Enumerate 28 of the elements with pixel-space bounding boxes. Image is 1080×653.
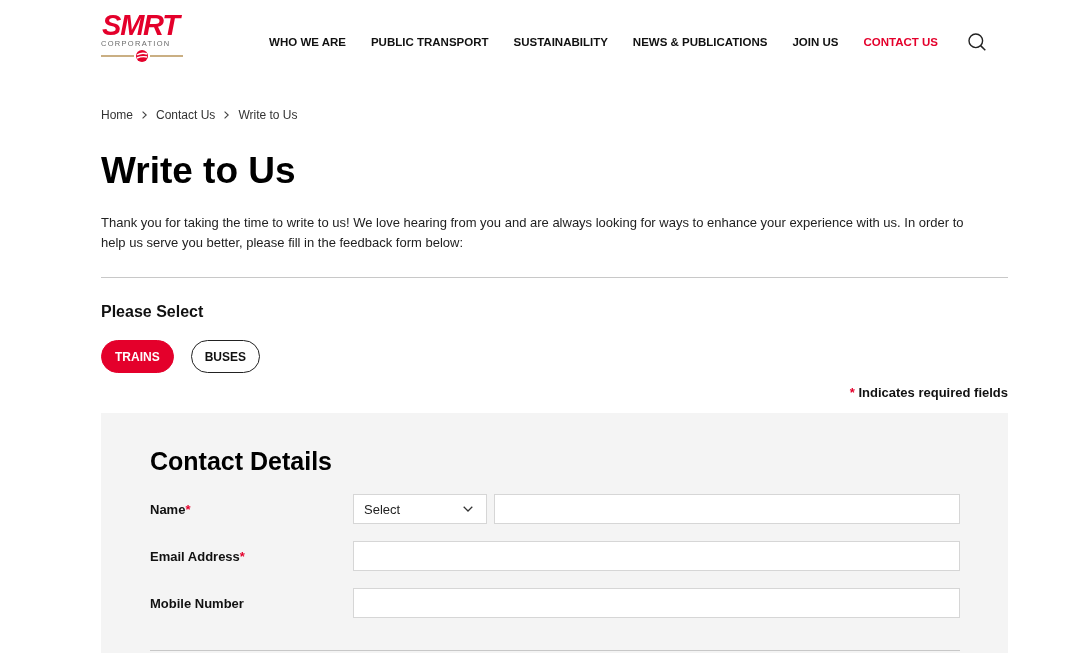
nav-link[interactable]: NEWS & PUBLICATIONS: [632, 36, 768, 48]
chevron-right-icon: [224, 111, 230, 119]
emblem-icon: [101, 50, 183, 62]
chevron-right-icon: [142, 111, 147, 119]
breadcrumb-text: Write to Us: [238, 108, 298, 122]
nav-link[interactable]: SUSTAINABILITY: [513, 36, 608, 48]
field-label: Email Address*: [150, 548, 246, 564]
nav-link[interactable]: WHO WE ARE: [269, 36, 346, 48]
chevron-down-icon: [463, 506, 473, 512]
breadcrumb-link[interactable]: Home: [101, 108, 133, 122]
field-label: Mobile Number: [150, 595, 245, 611]
nav-link[interactable]: CONTACT US: [863, 36, 938, 48]
nav-link[interactable]: PUBLIC TRANSPORT: [370, 36, 489, 48]
required-note: * Indicates required fields: [849, 385, 1008, 401]
page-title: Write to Us: [101, 149, 297, 193]
section-heading: Please Select: [101, 302, 205, 322]
input-field[interactable]: [494, 494, 960, 524]
search-icon[interactable]: [968, 33, 986, 51]
input-field[interactable]: [353, 588, 960, 618]
form-heading: Contact Details: [150, 446, 333, 476]
option-button[interactable]: TRAINS: [101, 340, 174, 373]
field-label: Name*: [150, 501, 192, 517]
breadcrumb-link[interactable]: Contact Us: [156, 108, 216, 122]
select-dropdown[interactable]: Select: [353, 494, 487, 524]
nav-link[interactable]: JOIN US: [792, 36, 839, 48]
input-field[interactable]: [353, 541, 960, 571]
intro-text: Thank you for taking the time to write to us! We love hearing from you and are always looking for ways to enhance your experience with us. In order to help us serve you better, please fill in the feedback form below:: [101, 214, 965, 252]
option-button[interactable]: BUSES: [190, 340, 260, 373]
